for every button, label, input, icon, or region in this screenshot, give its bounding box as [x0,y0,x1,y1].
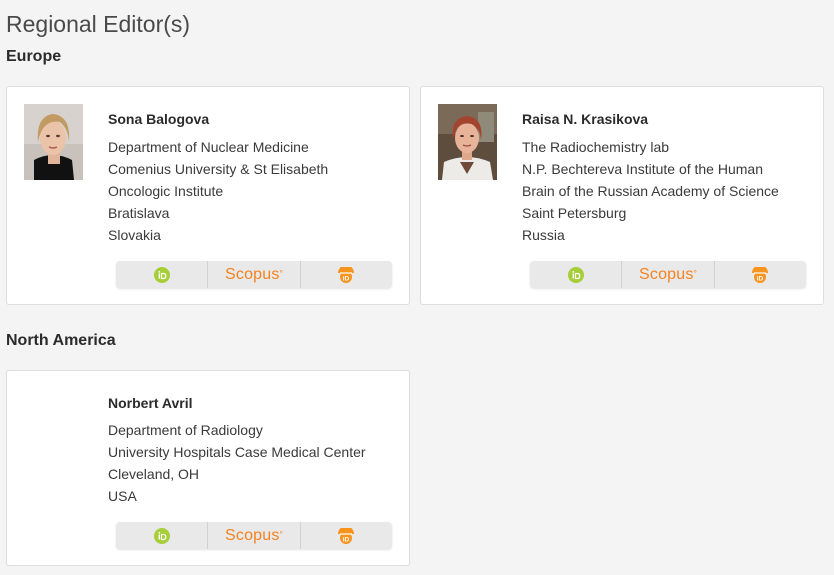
page-title: Regional Editor(s) [6,11,191,37]
affiliation-line: Comenius University & St Elisabeth [108,161,329,177]
scopus-link[interactable]: Scopus° [208,261,301,288]
publications-icon: iD [338,527,355,544]
region-title-north-america: North America [6,332,116,349]
affiliation-line: Cleveland, OH [108,466,200,482]
scopus-link[interactable]: Scopus° [622,261,715,288]
affiliation-line: Department of Radiology [108,422,263,438]
affiliation-line: Brain of the Russian Academy of Science [522,183,779,199]
editor-name: Sona Balogova [108,111,210,127]
editor-name: Norbert Avril [108,395,193,411]
editor-name: Raisa N. Krasikova [522,111,649,127]
profile-links-bar: Scopus° iD [116,522,392,549]
orcid-link[interactable] [530,261,623,288]
editor-card: Raisa N. Krasikova The Radiochemistry la… [420,86,824,305]
publications-link[interactable]: iD [301,522,392,549]
affiliation-line: USA [108,488,137,504]
scopus-logo: Scopus° [639,265,697,283]
orcid-link[interactable] [116,261,209,288]
scopus-logo: Scopus° [225,265,283,283]
affiliation-line: Slovakia [108,227,161,243]
affiliation-line: The Radiochemistry lab [522,139,670,155]
editor-affiliation: Department of Radiology University Hospi… [108,419,366,507]
editor-affiliation: The Radiochemistry lab N.P. Bechtereva I… [522,136,779,246]
affiliation-line: Saint Petersburg [522,205,627,221]
publications-link[interactable]: iD [715,261,806,288]
publications-link[interactable]: iD [301,261,392,288]
svg-text:iD: iD [757,275,764,282]
editor-affiliation: Department of Nuclear Medicine Comenius … [108,136,328,246]
affiliation-line: Russia [522,227,565,243]
region-title-europe: Europe [6,48,62,65]
orcid-icon [153,527,170,544]
affiliation-line: N.P. Bechtereva Institute of the Human [522,161,763,177]
affiliation-line: University Hospitals Case Medical Center [108,444,366,460]
svg-text:iD: iD [343,275,350,282]
editor-card: Norbert Avril Department of Radiology Un… [6,370,410,566]
svg-text:iD: iD [343,536,350,543]
orcid-link[interactable] [116,522,209,549]
scopus-link[interactable]: Scopus° [208,522,301,549]
orcid-icon [153,266,170,283]
publications-icon: iD [338,266,355,283]
publications-icon: iD [752,266,769,283]
editor-card: Sona Balogova Department of Nuclear Medi… [6,86,410,305]
affiliation-line: Oncologic Institute [108,183,224,199]
editor-photo [438,104,497,180]
affiliation-line: Department of Nuclear Medicine [108,139,309,155]
profile-links-bar: Scopus° iD [530,261,806,288]
orcid-icon [567,266,584,283]
editor-photo [24,104,83,180]
profile-links-bar: Scopus° iD [116,261,392,288]
scopus-logo: Scopus° [225,526,283,544]
affiliation-line: Bratislava [108,205,170,221]
